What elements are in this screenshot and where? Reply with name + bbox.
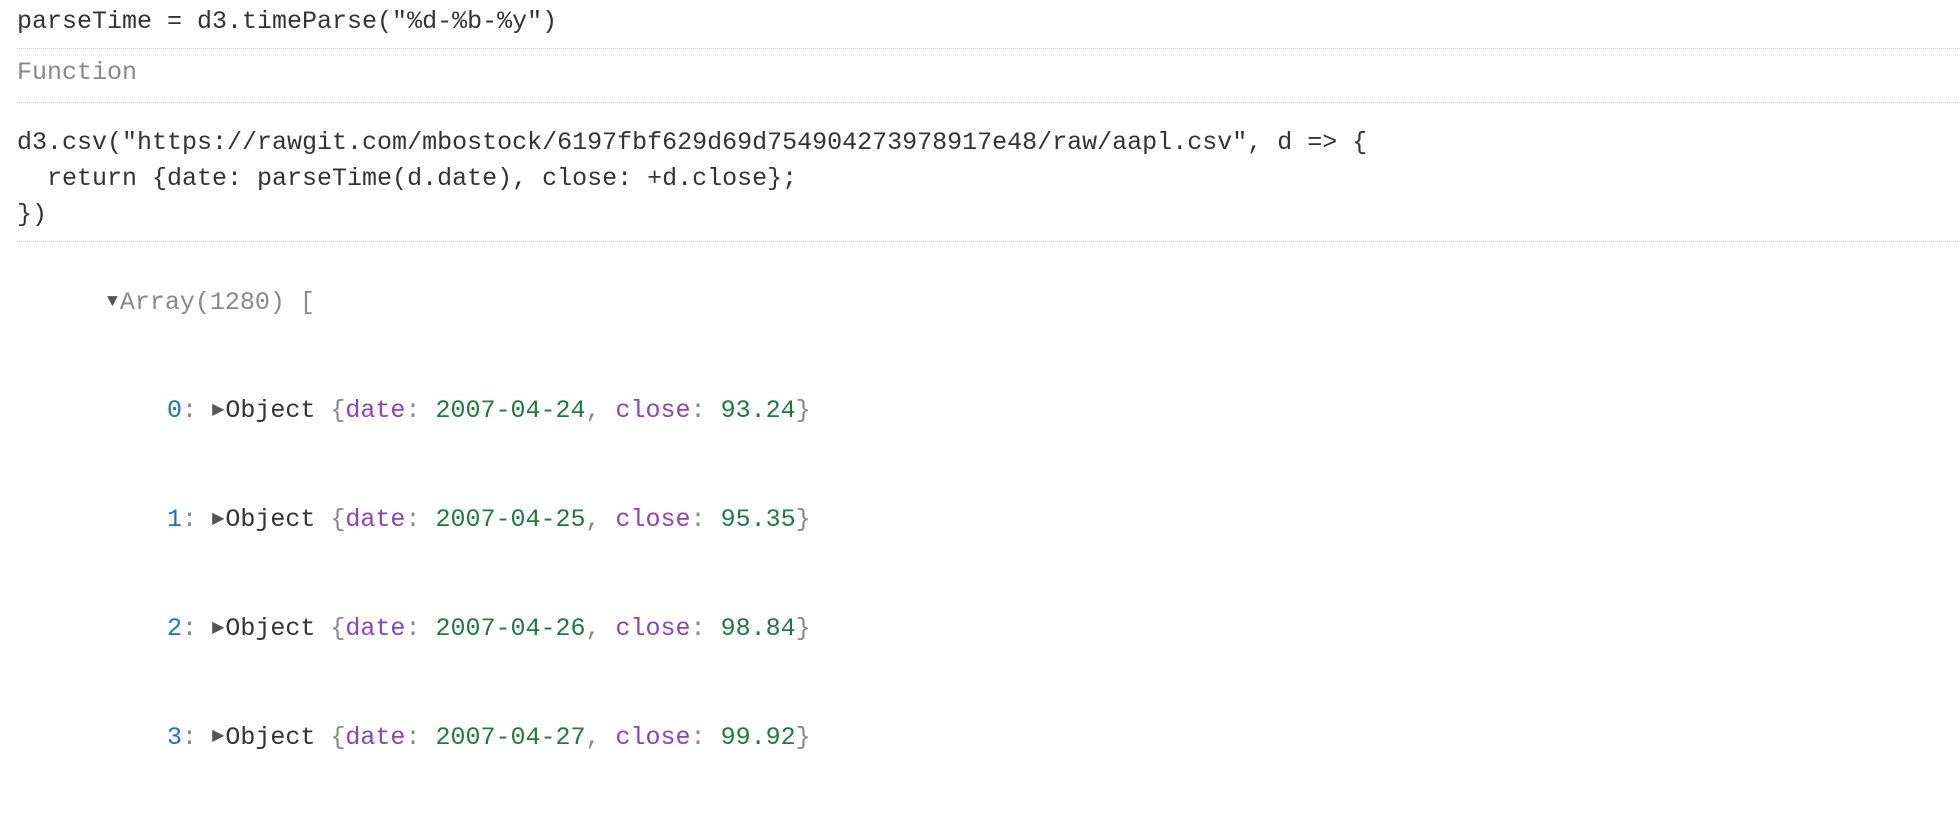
- caret-right-icon[interactable]: ▶: [212, 725, 224, 748]
- caret-right-icon[interactable]: ▶: [212, 617, 224, 640]
- array-index: 3: [167, 723, 182, 752]
- code-line: d3.csv("https://rawgit.com/mbostock/6197…: [17, 125, 1960, 161]
- prop-key: date: [345, 723, 405, 752]
- array-item[interactable]: 2: ▶Object {date: 2007-04-26, close: 98.…: [17, 575, 1960, 684]
- prop-value: 99.92: [721, 723, 796, 752]
- caret-right-icon[interactable]: ▶: [212, 399, 224, 422]
- array-item[interactable]: 1: ▶Object {date: 2007-04-25, close: 95.…: [17, 466, 1960, 575]
- prop-value: 93.24: [721, 396, 796, 425]
- object-label: Object: [225, 723, 315, 752]
- prop-key: close: [616, 723, 691, 752]
- notebook-cell-1: parseTime = d3.timeParse("%d-%b-%y") Fun…: [0, 0, 1960, 103]
- array-header[interactable]: ▼Array(1280) [: [17, 248, 1960, 357]
- prop-key: date: [345, 614, 405, 643]
- output-value: Function: [17, 55, 1960, 91]
- prop-value: 98.84: [721, 614, 796, 643]
- prop-value: 2007-04-24: [435, 396, 585, 425]
- prop-key: date: [345, 505, 405, 534]
- notebook-cell-2: d3.csv("https://rawgit.com/mbostock/6197…: [0, 121, 1960, 814]
- prop-value: 2007-04-25: [435, 505, 585, 534]
- code-line: parseTime = d3.timeParse("%d-%b-%y"): [17, 4, 1960, 40]
- cell-output-1[interactable]: Function: [17, 48, 1960, 102]
- code-input-2[interactable]: d3.csv("https://rawgit.com/mbostock/6197…: [17, 121, 1960, 242]
- prop-key: date: [345, 396, 405, 425]
- array-body: 0: ▶Object {date: 2007-04-24, close: 93.…: [17, 357, 1960, 814]
- code-line: return {date: parseTime(d.date), close: …: [17, 161, 1960, 197]
- code-line: }): [17, 197, 1960, 233]
- array-index: 0: [167, 396, 182, 425]
- object-label: Object: [225, 505, 315, 534]
- prop-key: close: [616, 505, 691, 534]
- object-label: Object: [225, 396, 315, 425]
- array-item[interactable]: 4: ▶Object {date: 2007-04-30, close: 99.…: [17, 792, 1960, 814]
- cell-output-2[interactable]: ▼Array(1280) [ 0: ▶Object {date: 2007-04…: [17, 241, 1960, 814]
- array-item[interactable]: 0: ▶Object {date: 2007-04-24, close: 93.…: [17, 357, 1960, 466]
- prop-key: close: [616, 396, 691, 425]
- caret-right-icon[interactable]: ▶: [212, 508, 224, 531]
- prop-key: close: [616, 614, 691, 643]
- caret-down-icon[interactable]: ▼: [107, 289, 118, 315]
- array-index: 1: [167, 505, 182, 534]
- prop-value: 2007-04-27: [435, 723, 585, 752]
- array-index: 2: [167, 614, 182, 643]
- object-label: Object: [225, 614, 315, 643]
- prop-value: 95.35: [721, 505, 796, 534]
- code-input-1[interactable]: parseTime = d3.timeParse("%d-%b-%y"): [17, 0, 1960, 48]
- array-item[interactable]: 3: ▶Object {date: 2007-04-27, close: 99.…: [17, 683, 1960, 792]
- array-label: Array(1280) [: [120, 288, 315, 317]
- prop-value: 2007-04-26: [435, 614, 585, 643]
